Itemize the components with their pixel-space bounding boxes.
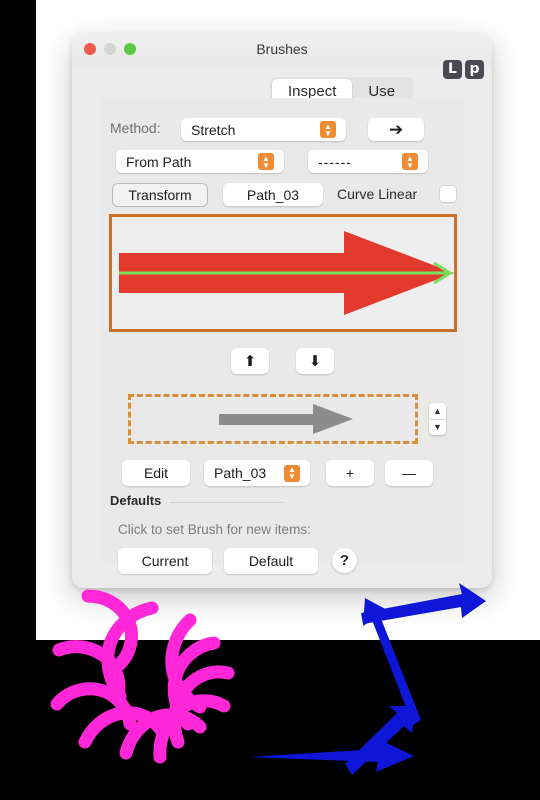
stepper-up-icon[interactable]: ▲ [429, 403, 446, 420]
edit-button[interactable]: Edit [122, 460, 190, 486]
transform-button[interactable]: Transform [112, 183, 208, 207]
move-up-button[interactable]: ⬆ [231, 348, 269, 374]
stepper-down-icon[interactable]: ▼ [429, 420, 446, 436]
inspect-panel: Method: Stretch ▲ ▼ ➔ From Path ▲ ▼ ------… [100, 98, 464, 574]
brush-strip-arrow-graphic [219, 404, 353, 434]
badge-p-icon[interactable]: p [465, 60, 484, 79]
remove-brush-button[interactable]: — [385, 460, 433, 486]
apply-method-button[interactable]: ➔ [368, 118, 424, 141]
lp-badge-group: L p [443, 60, 484, 79]
arrow-right-icon: ➔ [388, 120, 404, 139]
method-popup[interactable]: Stretch ▲ ▼ [181, 118, 346, 141]
defaults-divider [170, 502, 285, 503]
chevron-updown-icon: ▲ ▼ [258, 153, 274, 170]
source-popup[interactable]: From Path ▲ ▼ [116, 150, 284, 173]
screen: Brushes L p Inspect Use Method: Stretch … [0, 0, 540, 800]
window-titlebar[interactable]: Brushes [72, 33, 492, 67]
help-button[interactable]: ? [332, 548, 357, 573]
defaults-hint: Click to set Brush for new items: [118, 522, 311, 537]
brushes-window: Brushes L p Inspect Use Method: Stretch … [72, 33, 492, 588]
window-title: Brushes [256, 41, 308, 57]
brush-path-popup-value: Path_03 [214, 465, 267, 481]
brush-index-stepper[interactable]: ▲ ▼ [429, 403, 446, 435]
chevron-updown-icon: ▲ ▼ [320, 121, 336, 138]
method-label: Method: [110, 120, 161, 136]
brush-strip-box[interactable] [128, 394, 418, 444]
preview-arrow-graphic [119, 231, 454, 315]
secondary-popup[interactable]: ------ ▲ ▼ [308, 150, 428, 173]
badge-l-icon[interactable]: L [443, 60, 462, 79]
add-brush-button[interactable]: + [326, 460, 374, 486]
arrow-down-icon: ⬇ [308, 352, 322, 370]
chevron-updown-icon: ▲ ▼ [402, 153, 418, 170]
current-brush-button[interactable]: Current [118, 548, 212, 574]
brush-path-popup[interactable]: Path_03 ▲ ▼ [204, 460, 310, 486]
secondary-popup-value: ------ [318, 153, 352, 170]
move-down-button[interactable]: ⬇ [296, 348, 334, 374]
brush-preview-box[interactable] [109, 214, 457, 332]
curve-linear-checkbox[interactable] [440, 186, 456, 202]
path-name-field[interactable]: Path_03 [223, 183, 323, 206]
defaults-heading: Defaults [110, 493, 162, 508]
method-popup-value: Stretch [191, 121, 236, 138]
chevron-updown-icon: ▲ ▼ [284, 464, 300, 482]
method-row: Method: [110, 120, 161, 136]
source-popup-value: From Path [126, 153, 192, 170]
curve-linear-label: Curve Linear [337, 186, 418, 202]
arrow-up-icon: ⬆ [243, 352, 257, 370]
default-brush-button[interactable]: Default [224, 548, 318, 574]
